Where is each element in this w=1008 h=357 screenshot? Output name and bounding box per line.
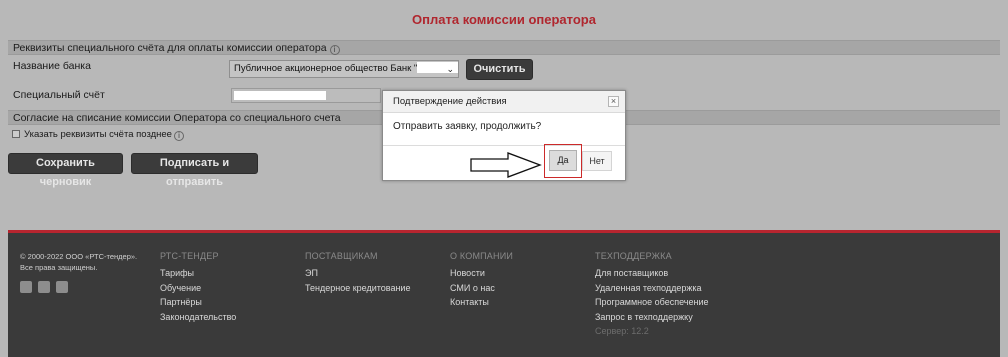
copyright: © 2000-2022 ООО «РТС-тендер». Все права … [20,251,145,273]
footer-link-news[interactable]: Новости [450,268,513,278]
close-icon[interactable]: × [608,96,619,107]
specify-later-label: Указать реквизиты счёта позднее [24,129,172,140]
footer-link-partners[interactable]: Партнёры [160,297,236,307]
footer-link-contacts[interactable]: Контакты [450,297,513,307]
footer-link-remote-support[interactable]: Удаленная техподдержка [595,283,708,293]
page-title: Оплата комиссии оператора [412,12,596,27]
footer-column-heading: РТС-ТЕНДЕР [160,251,219,261]
social-icon[interactable] [56,281,68,293]
info-icon[interactable]: i [329,45,340,55]
yes-button[interactable]: Да [549,150,577,171]
account-label: Специальный счёт [13,89,105,101]
footer-column-support: ТЕХПОДДЕРЖКА Для поставщиков Удаленная т… [595,251,708,341]
footer-link-for-suppliers[interactable]: Для поставщиков [595,268,708,278]
sign-and-send-button[interactable]: Подписать и отправить [131,153,258,188]
footer-column-company: О КОМПАНИИ Новости СМИ о нас Контакты [450,251,513,312]
social-icon[interactable] [38,281,50,293]
arrow-right-icon [470,152,542,178]
social-links [20,281,74,296]
save-draft-button[interactable]: Сохранить черновик [8,153,123,188]
no-button[interactable]: Нет [582,151,612,171]
dialog-title: Подтверждение действия [393,96,507,107]
footer-column-heading: О КОМПАНИИ [450,251,514,261]
copyright-line: © 2000-2022 ООО «РТС-тендер». [20,252,138,261]
footer-link-tender-credit[interactable]: Тендерное кредитование [305,283,410,293]
requisites-section-title: Реквизиты специального счёта для оплаты … [13,42,327,54]
server-version: Сервер: 12.2 [595,326,649,336]
account-input[interactable] [231,88,381,103]
footer-link-ep[interactable]: ЭП [305,268,410,278]
bank-label: Название банка [13,60,91,72]
footer-column-heading: ТЕХПОДДЕРЖКА [595,251,672,261]
footer-link-software[interactable]: Программное обеспечение [595,297,708,307]
footer-column-suppliers: ПОСТАВЩИКАМ ЭП Тендерное кредитование [305,251,410,297]
footer-link-media[interactable]: СМИ о нас [450,283,513,293]
footer: © 2000-2022 ООО «РТС-тендер». Все права … [8,230,1000,357]
specify-later-checkbox[interactable] [12,130,20,138]
footer-link-support-request[interactable]: Запрос в техподдержку [595,312,708,322]
footer-column-rts: РТС-ТЕНДЕР Тарифы Обучение Партнёры Зако… [160,251,236,326]
dialog-divider [383,145,625,146]
bank-select-value: Публичное акционерное общество Банк " [234,63,418,74]
specify-later-checkbox-row[interactable]: Указать реквизиты счёта позднее i [12,129,184,141]
footer-link-training[interactable]: Обучение [160,283,236,293]
requisites-section-header: Реквизиты специального счёта для оплаты … [8,40,1000,55]
dialog-header: Подтверждение действия × [383,91,625,113]
dialog-message: Отправить заявку, продолжить? [393,121,542,132]
copyright-line: Все права защищены. [20,263,98,272]
consent-section-title: Согласие на списание комиссии Оператора … [13,112,341,124]
bank-select[interactable]: Публичное акционерное общество Банк " ⌄ [229,60,459,78]
footer-column-heading: ПОСТАВЩИКАМ [305,251,378,261]
clear-button[interactable]: Очистить [466,59,533,80]
footer-link-legislation[interactable]: Законодательство [160,312,236,322]
redacted-block [234,91,326,100]
chevron-down-icon: ⌄ [446,64,454,74]
footer-link-tariffs[interactable]: Тарифы [160,268,236,278]
social-icon[interactable] [20,281,32,293]
info-icon[interactable]: i [173,131,184,141]
